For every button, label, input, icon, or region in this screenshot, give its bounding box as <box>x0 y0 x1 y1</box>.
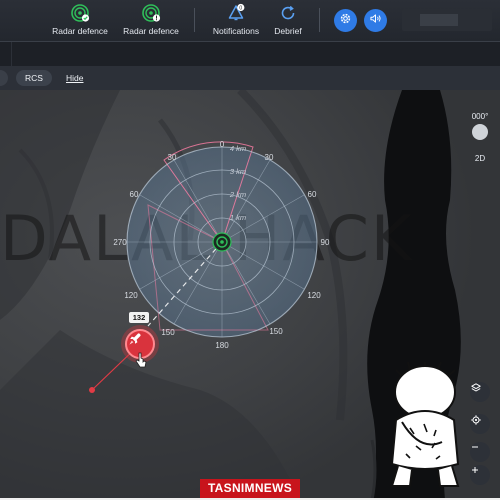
range-label-3km: 3 km <box>230 167 246 176</box>
heading-readout: 000° <box>471 112 489 121</box>
settings-button[interactable] <box>334 9 357 32</box>
gear-icon <box>339 12 352 30</box>
toolbar-divider <box>319 8 320 32</box>
layers-button[interactable] <box>470 382 490 402</box>
bearing-label-60-west: 60 <box>130 190 139 199</box>
news-agency-badge: TASNIMNEWS <box>200 479 300 498</box>
bearing-label-0: 0 <box>220 140 225 149</box>
radar-site-icon <box>212 232 232 252</box>
radar-defence-label-1: Radar defence <box>52 26 108 36</box>
bearing-label-150-west: 150 <box>161 328 175 337</box>
radar-defence-label-2: Radar defence <box>123 26 179 36</box>
panel-edge <box>0 42 12 66</box>
range-label-1km: 1 km <box>230 213 246 222</box>
debrief-button[interactable]: Debrief <box>268 3 308 39</box>
filter-chip-truncated[interactable] <box>0 70 8 86</box>
bearing-label-90: 90 <box>321 238 330 247</box>
top-toolbar: Radar defence Radar defence 0 Notificati… <box>0 0 500 42</box>
compass-icon[interactable] <box>472 124 488 140</box>
bearing-label-180: 180 <box>215 341 229 350</box>
compass-control[interactable]: 000° 2D <box>466 112 494 163</box>
radar-alert-icon <box>141 3 161 23</box>
toolbar-divider <box>194 8 195 32</box>
bell-icon: 0 <box>226 3 246 23</box>
sound-button[interactable] <box>364 9 387 32</box>
radar-defence-button-1[interactable]: Radar defence <box>52 3 108 39</box>
bearing-label-120-east: 120 <box>307 291 321 300</box>
range-label-4km: 4 km <box>230 144 246 153</box>
debrief-label: Debrief <box>274 26 302 36</box>
radar-defence-button-2[interactable]: Radar defence <box>122 3 180 39</box>
locate-button[interactable] <box>470 414 490 434</box>
secondary-bar <box>0 42 500 66</box>
radar-check-icon <box>70 3 90 23</box>
bearing-label-60: 60 <box>308 190 317 199</box>
bearing-label-30: 30 <box>265 153 274 162</box>
notifications-button[interactable]: 0 Notifications <box>208 3 264 39</box>
notification-badge: 0 <box>239 5 242 11</box>
refresh-icon <box>278 3 298 23</box>
map-view[interactable]: DALAL HACK 0 30 60 90 120 150 180 120 27… <box>0 90 500 500</box>
filter-bar: RCS Hide <box>0 66 500 90</box>
speaker-icon <box>369 12 382 30</box>
bearing-label-270: 270 <box>113 238 127 247</box>
bearing-label-30-west: 30 <box>168 153 177 162</box>
range-label-2km: 2 km <box>229 190 246 199</box>
zoom-in-button[interactable] <box>470 465 490 485</box>
redacted-user-area <box>402 9 492 31</box>
notifications-label: Notifications <box>212 26 260 36</box>
rcs-filter-chip[interactable]: RCS <box>16 70 52 86</box>
threat-origin-point <box>89 387 95 393</box>
view-mode-toggle[interactable]: 2D <box>466 154 494 163</box>
handala-watermark-image <box>390 362 460 487</box>
bearing-label-150-east: 150 <box>269 327 283 336</box>
bearing-label-120-west: 120 <box>124 291 138 300</box>
zoom-out-button[interactable] <box>470 442 490 462</box>
track-id-label: 132 <box>129 312 149 323</box>
hide-filters-link[interactable]: Hide <box>66 70 83 86</box>
